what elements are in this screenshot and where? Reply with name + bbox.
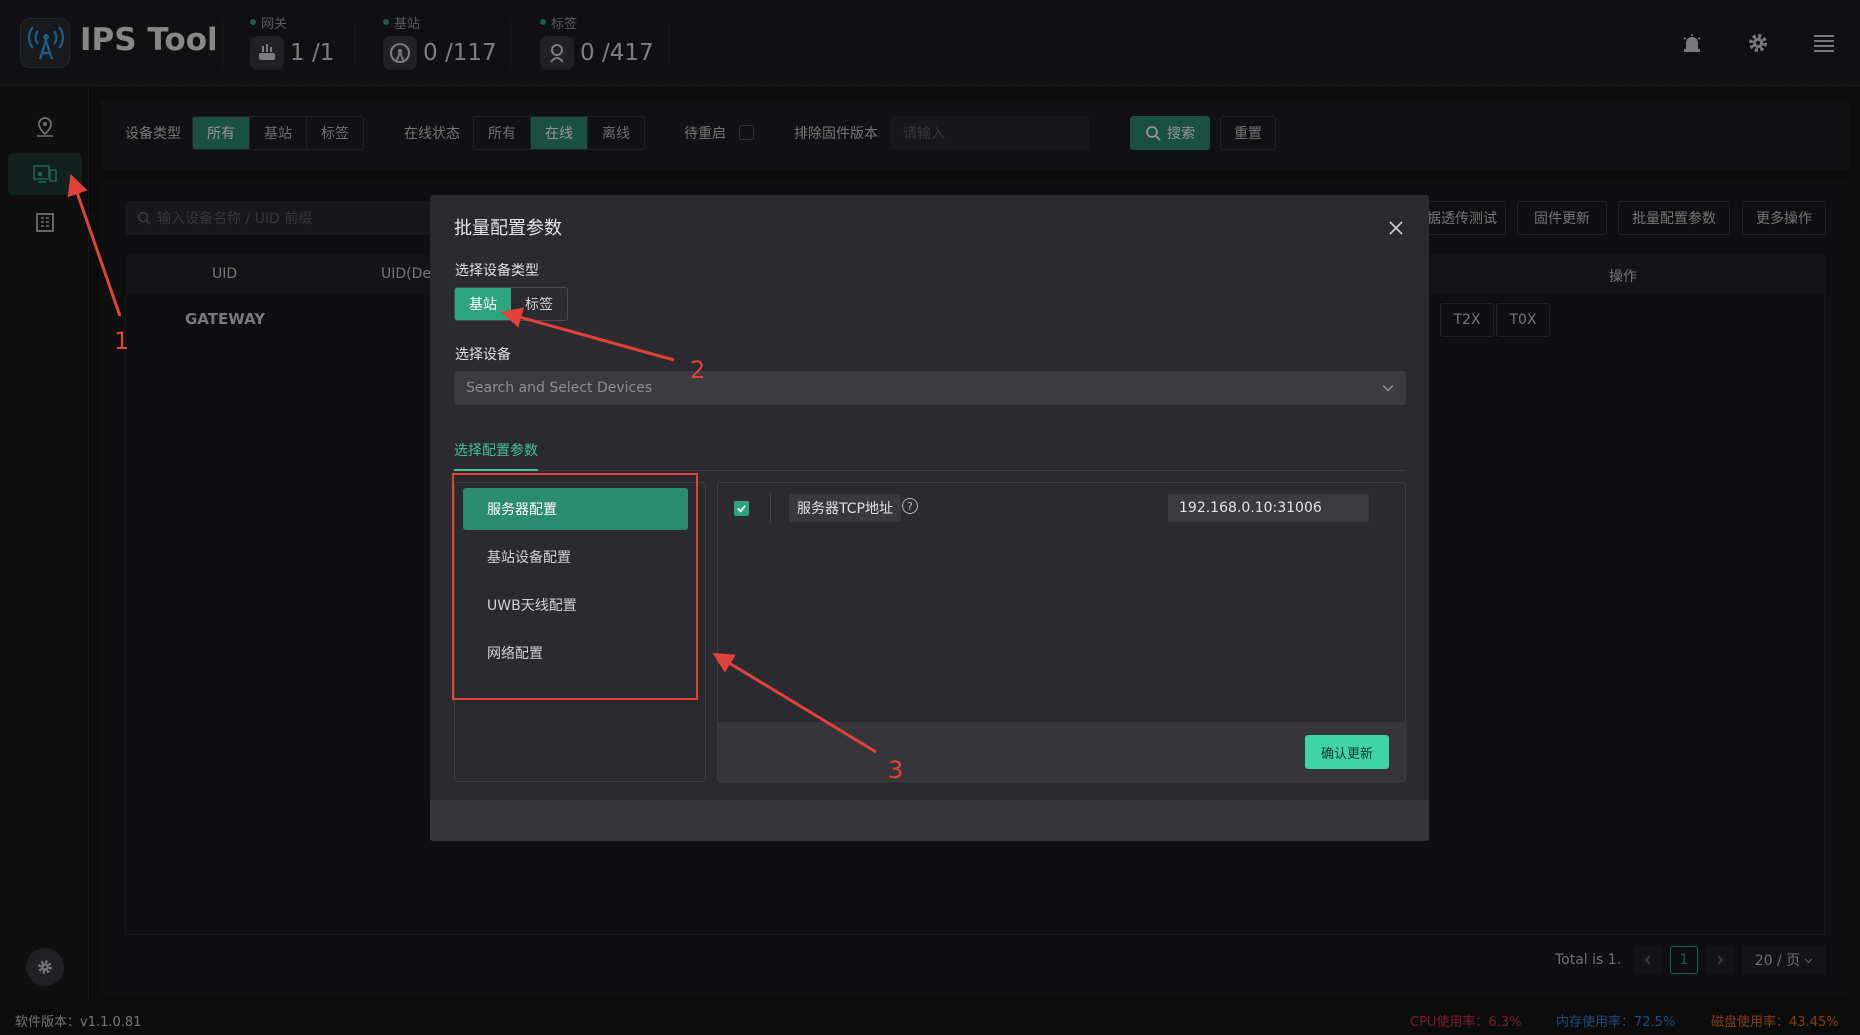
select-device-label: 选择设备 <box>455 347 511 363</box>
modal-type-option-tag[interactable]: 标签 <box>511 288 567 320</box>
device-select[interactable]: Search and Select Devices <box>454 371 1406 405</box>
annotation-number-2: 2 <box>690 356 706 384</box>
select-device-type-label: 选择设备类型 <box>455 263 539 279</box>
server-tcp-label: 服务器TCP地址 <box>789 494 901 522</box>
modal-title: 批量配置参数 <box>454 218 562 239</box>
confirm-update-button[interactable]: 确认更新 <box>1305 735 1389 769</box>
server-tcp-input[interactable]: 192.168.0.10:31006 <box>1168 494 1369 522</box>
device-select-placeholder: Search and Select Devices <box>466 380 653 396</box>
annotation-number-3: 3 <box>888 756 904 784</box>
modal-type-option-base[interactable]: 基站 <box>455 288 511 320</box>
annotation-highlight-box <box>452 473 698 700</box>
server-tcp-checkbox[interactable] <box>734 501 749 516</box>
tab-config-params[interactable]: 选择配置参数 <box>454 440 538 460</box>
close-icon <box>1389 221 1403 235</box>
help-icon[interactable]: ? <box>902 498 918 514</box>
chevron-down-icon <box>1382 385 1394 392</box>
close-button[interactable] <box>1383 215 1409 241</box>
modal-device-type-segment: 基站 标签 <box>454 287 568 321</box>
config-detail-footer <box>718 722 1405 781</box>
field-divider <box>770 494 771 522</box>
tab-active-indicator <box>454 469 538 471</box>
tab-divider <box>454 470 1406 471</box>
annotation-number-1: 1 <box>114 327 130 355</box>
modal-footer <box>430 800 1429 841</box>
check-icon <box>737 505 746 513</box>
